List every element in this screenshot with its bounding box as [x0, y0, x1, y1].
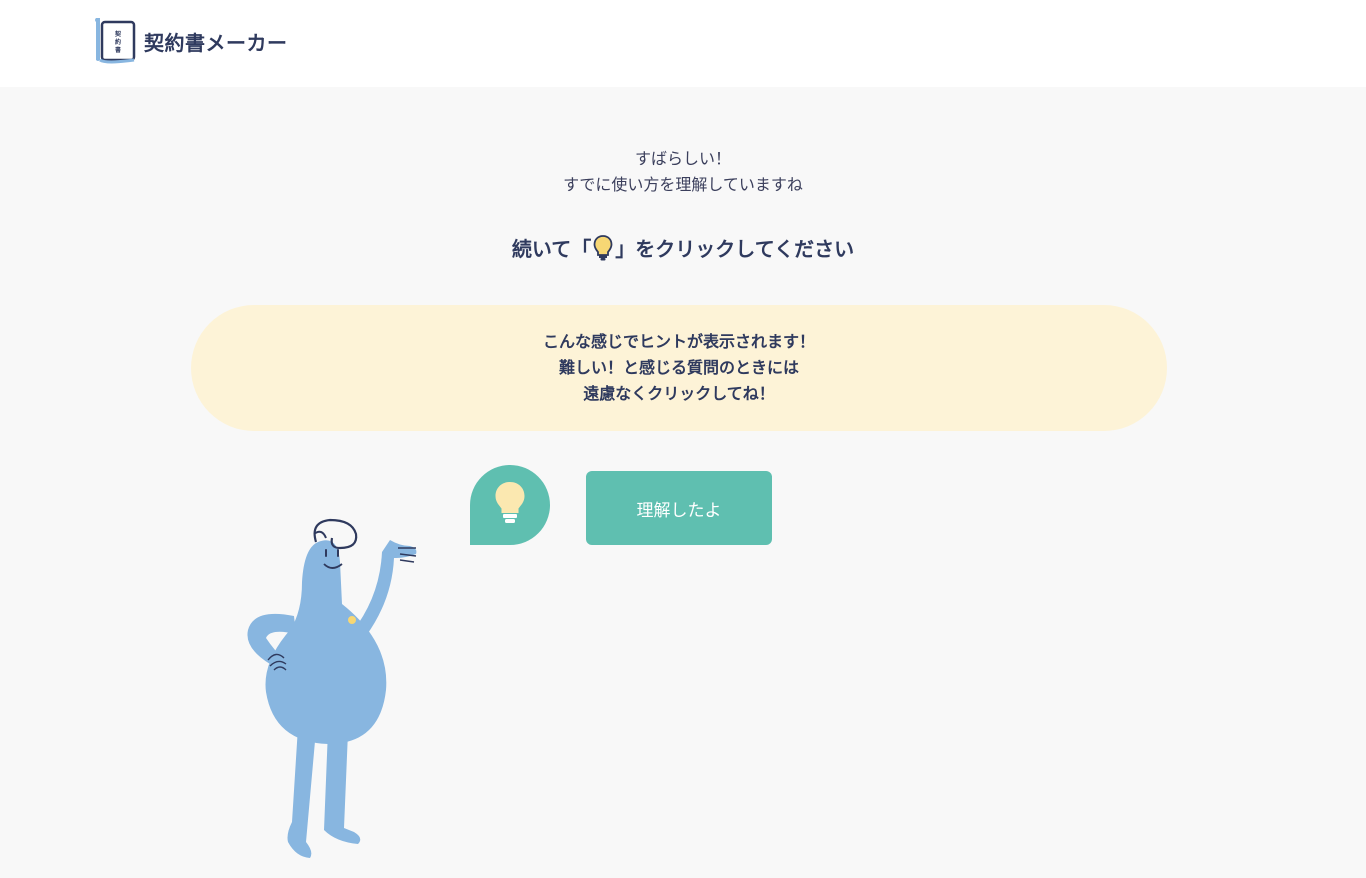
lightbulb-icon	[593, 234, 613, 262]
hint-text: こんな感じでヒントが表示されます！ 難しい！と感じる質問のときには 遠慮なくクリ…	[543, 329, 815, 407]
intro-message: すばらしい！ すでに使い方を理解していますね	[0, 146, 1366, 198]
understood-button[interactable]: 理解したよ	[586, 471, 772, 545]
hint-button[interactable]	[470, 465, 550, 545]
instruction-heading: 続いて「 」をクリックしてください	[0, 233, 1366, 262]
svg-text:契: 契	[114, 30, 122, 38]
instruction-suffix: 」をクリックしてください	[615, 237, 855, 261]
lightbulb-icon	[493, 480, 527, 530]
hint-box: こんな感じでヒントが表示されます！ 難しい！と感じる質問のときには 遠慮なくクリ…	[191, 305, 1167, 431]
svg-text:書: 書	[115, 46, 121, 54]
svg-text:約: 約	[115, 38, 121, 46]
logo[interactable]: 契 約 書 契約書メーカー	[92, 16, 288, 66]
logo-text: 契約書メーカー	[144, 30, 288, 55]
intro-line-1: すばらしい！	[634, 149, 731, 168]
hint-line-3: 遠慮なくクリックしてね！	[583, 384, 775, 403]
hint-line-1: こんな感じでヒントが表示されます！	[542, 332, 815, 351]
mascot-illustration	[240, 512, 430, 862]
intro-line-2: すでに使い方を理解していますね	[563, 175, 803, 194]
header: 契 約 書 契約書メーカー	[0, 0, 1366, 87]
instruction-prefix: 続いて「	[511, 237, 592, 261]
contract-book-icon: 契 約 書	[92, 16, 138, 66]
hint-line-2: 難しい！と感じる質問のときには	[558, 358, 799, 377]
